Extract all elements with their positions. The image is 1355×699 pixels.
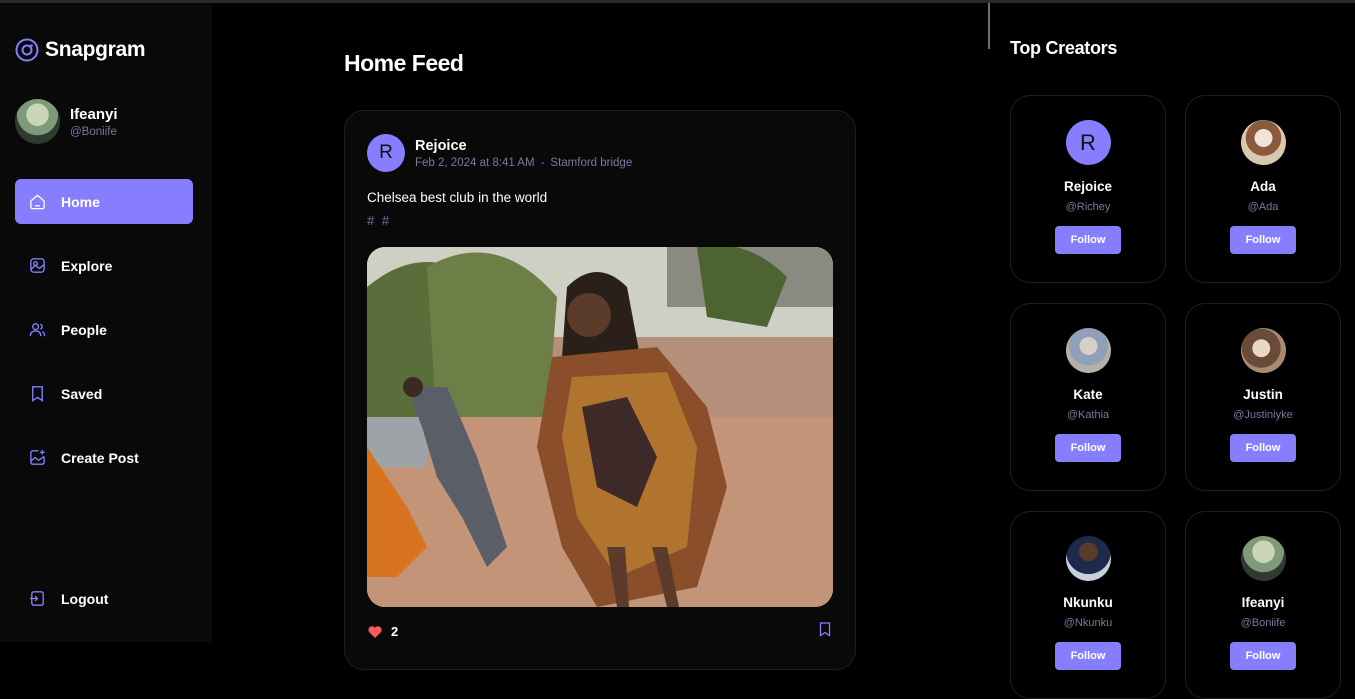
post-photo — [367, 247, 833, 607]
nav-item-saved[interactable]: Saved — [15, 371, 193, 416]
creator-handle: @Boniife — [1240, 617, 1286, 629]
logout-button[interactable]: Logout — [15, 576, 193, 621]
follow-button[interactable]: Follow — [1230, 226, 1296, 254]
post-caption: Chelsea best club in the world — [367, 190, 548, 205]
logout-area: Logout — [15, 576, 193, 640]
post-location: Stamford bridge — [550, 156, 633, 169]
likes-count: 2 — [391, 624, 399, 639]
nav-label: Create Post — [61, 449, 139, 466]
app-name: Snapgram — [45, 38, 146, 61]
bookmark-icon — [819, 622, 831, 637]
home-icon — [30, 194, 45, 210]
follow-button[interactable]: Follow — [1055, 434, 1121, 462]
logout-icon — [29, 591, 44, 606]
nav-item-explore[interactable]: Explore — [15, 243, 193, 288]
bookmark-icon — [32, 386, 43, 402]
meta-separator: - — [540, 156, 545, 169]
user-name: Ifeanyi — [70, 105, 118, 123]
follow-button[interactable]: Follow — [1230, 642, 1296, 670]
creator-handle: @Richey — [1065, 201, 1111, 213]
creator-name: Kate — [1073, 387, 1103, 402]
nav-label: People — [61, 321, 107, 338]
post-tags: # # — [367, 213, 392, 228]
creator-card: Ada @Ada Follow — [1185, 95, 1341, 283]
creator-handle: @Nkunku — [1063, 617, 1113, 629]
nav-label: Explore — [61, 257, 113, 274]
top-creators-title: Top Creators — [1010, 38, 1118, 58]
creator-handle: @Justiniyke — [1233, 409, 1293, 421]
explore-icon — [30, 258, 45, 273]
creator-card: Nkunku @Nkunku Follow — [1010, 511, 1166, 699]
create-post-icon — [30, 449, 45, 465]
creator-card: R Rejoice @Richey Follow — [1010, 95, 1166, 283]
logout-label: Logout — [61, 590, 109, 607]
nav-item-people[interactable]: People — [15, 307, 193, 352]
creator-name: Ifeanyi — [1241, 595, 1285, 610]
snapgram-logo-icon — [15, 38, 39, 62]
follow-button[interactable]: Follow — [1230, 434, 1296, 462]
user-avatar — [15, 99, 60, 144]
main-nav: Home Explore People Saved Create Post — [15, 179, 193, 499]
post-author-name[interactable]: Rejoice — [415, 138, 632, 154]
follow-button[interactable]: Follow — [1055, 642, 1121, 670]
creator-name: Justin — [1243, 387, 1283, 402]
creator-avatar[interactable] — [1240, 328, 1286, 373]
creator-handle: @Kathia — [1066, 409, 1110, 421]
post-actions: 2 — [367, 621, 833, 642]
nav-label: Home — [61, 193, 100, 210]
like-control: 2 — [367, 624, 398, 640]
creator-name: Nkunku — [1063, 595, 1113, 610]
creator-avatar[interactable] — [1240, 536, 1286, 581]
creator-card: Kate @Kathia Follow — [1010, 303, 1166, 491]
post-author-avatar[interactable]: R — [367, 134, 405, 172]
nav-item-create-post[interactable]: Create Post — [15, 435, 193, 480]
creator-avatar[interactable] — [1240, 120, 1286, 165]
left-sidebar: Snapgram Ifeanyi @Boniife Home Explore P… — [0, 3, 212, 642]
nav-label: Saved — [61, 385, 103, 402]
heart-icon[interactable] — [367, 624, 383, 640]
follow-button[interactable]: Follow — [1055, 226, 1121, 254]
creator-avatar[interactable] — [1065, 536, 1111, 581]
creator-name: Rejoice — [1063, 179, 1113, 194]
post-date: Feb 2, 2024 at 8:41 AM — [415, 156, 535, 169]
creator-name: Ada — [1250, 179, 1276, 194]
user-handle: @Boniife — [70, 125, 117, 138]
user-profile-link[interactable]: Ifeanyi @Boniife — [15, 99, 118, 144]
panel-scrollbar[interactable] — [988, 3, 990, 49]
creator-handle: @Ada — [1247, 201, 1279, 213]
post-header: R Rejoice Feb 2, 2024 at 8:41 AM - Stamf… — [367, 134, 632, 172]
page-title: Home Feed — [344, 50, 464, 76]
nav-item-home[interactable]: Home — [15, 179, 193, 224]
creator-card: Ifeanyi @Boniife Follow — [1185, 511, 1341, 699]
creator-card: Justin @Justiniyke Follow — [1185, 303, 1341, 491]
post-meta: Feb 2, 2024 at 8:41 AM - Stamford bridge — [415, 157, 632, 169]
save-post-button[interactable] — [817, 621, 833, 642]
top-creators-panel: Top Creators R Rejoice @Richey Follow Ad… — [988, 3, 1355, 699]
creator-avatar[interactable]: R — [1065, 120, 1111, 165]
app-logo[interactable]: Snapgram — [15, 38, 146, 62]
post-card: R Rejoice Feb 2, 2024 at 8:41 AM - Stamf… — [344, 110, 856, 670]
people-icon — [29, 323, 46, 337]
creator-avatar[interactable] — [1065, 328, 1111, 373]
main-content: Home Feed R Rejoice Feb 2, 2024 at 8:41 … — [212, 3, 988, 670]
post-image[interactable] — [367, 247, 833, 607]
